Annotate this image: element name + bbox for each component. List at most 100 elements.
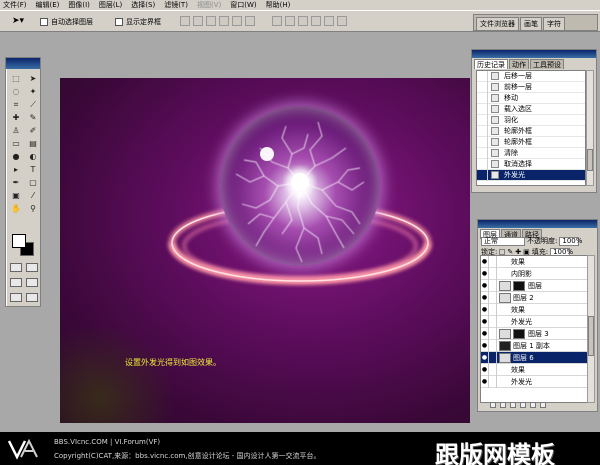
layer-link-icon[interactable] [489,256,497,268]
history-item[interactable]: 轮廓外框 [477,125,585,137]
history-item[interactable]: 载入选区 [477,103,585,115]
visibility-eye-icon[interactable]: ● [481,256,489,268]
full-screen-menu-mode-icon[interactable] [26,278,38,287]
layers-scrollbar[interactable] [587,255,595,403]
magic-wand-tool-icon[interactable]: ✦ [26,86,40,97]
jump-to-imageready-icon[interactable] [26,293,38,302]
history-snapshot-gutter[interactable] [477,114,488,126]
delete-layer-icon[interactable] [540,402,546,408]
visibility-eye-icon[interactable]: ● [481,327,489,340]
align-middle-icon[interactable] [193,16,203,26]
history-item[interactable]: 清除 [477,147,585,159]
history-scroll-thumb[interactable] [587,149,593,171]
tab-brushes[interactable]: 画笔 [520,17,542,30]
history-title-bar[interactable] [472,50,596,58]
tab-character[interactable]: 字符 [543,17,565,30]
layer-style-icon[interactable] [490,402,496,408]
visibility-eye-icon[interactable]: ● [481,375,489,388]
layer-row[interactable]: ● 图层 1 副本 [481,339,588,352]
lasso-tool-icon[interactable]: ◌ [9,86,23,97]
menu-item[interactable]: 视图(V) [197,0,221,10]
menu-item[interactable]: 图层(L) [99,0,122,10]
history-item[interactable]: 移动 [477,92,585,104]
history-snapshot-gutter[interactable] [477,158,488,170]
visibility-eye-icon[interactable]: ● [481,303,489,316]
align-bottom-icon[interactable] [206,16,216,26]
layer-row[interactable]: ● 图层 [481,279,588,292]
layer-thumbnail[interactable] [499,328,511,339]
layer-link-icon[interactable] [489,315,497,328]
layer-link-icon[interactable] [489,339,497,352]
opacity-input[interactable]: 100% [559,236,582,246]
path-select-tool-icon[interactable]: ▸ [9,164,23,175]
layer-link-icon[interactable] [489,267,497,280]
layer-link-icon[interactable] [489,363,497,376]
distribute-top-icon[interactable] [272,16,282,26]
auto-select-box[interactable] [40,18,48,26]
history-snapshot-gutter[interactable] [477,136,488,148]
adjustment-layer-icon[interactable] [520,402,526,408]
layer-thumbnail[interactable] [499,340,511,351]
layer-thumbnail[interactable] [499,292,511,303]
tab-actions[interactable]: 动作 [509,59,529,69]
auto-select-checkbox[interactable]: 自动选择图层 [40,17,93,27]
new-set-icon[interactable] [510,402,516,408]
tab-tool-presets[interactable]: 工具预设 [530,59,564,69]
crop-tool-icon[interactable]: ⌗ [9,99,23,110]
layer-mask-thumbnail[interactable] [513,328,525,339]
layer-link-icon[interactable] [489,375,497,388]
menu-item[interactable]: 图像(I) [68,0,90,10]
brush-tool-icon[interactable]: ✎ [26,112,40,123]
blend-mode-select[interactable]: 正常 [481,236,525,246]
layer-effect-row[interactable]: ● 内阴影 [481,267,588,280]
history-item[interactable]: 轮廓外框 [477,136,585,148]
standard-screen-mode-icon[interactable] [10,278,22,287]
shape-tool-icon[interactable]: ▢ [26,177,40,188]
visibility-eye-icon[interactable]: ● [481,279,489,292]
visibility-eye-icon[interactable]: ● [481,363,489,376]
quick-mask-mode-icon[interactable] [26,263,38,272]
align-left-icon[interactable] [219,16,229,26]
history-snapshot-gutter[interactable] [477,92,488,104]
layers-scroll-thumb[interactable] [588,316,594,356]
slice-tool-icon[interactable]: ⟋ [26,99,40,110]
layer-link-icon[interactable] [489,351,497,364]
show-bounds-checkbox[interactable]: 显示定界框 [115,17,161,27]
zoom-tool-icon[interactable]: ⚲ [26,203,40,214]
foreground-color-swatch[interactable] [12,234,26,248]
history-item[interactable]: 取消选择 [477,158,585,170]
layer-link-icon[interactable] [489,279,497,292]
history-item[interactable]: 前移一层 [477,81,585,93]
distribute-right-icon[interactable] [337,16,347,26]
layer-effect-row[interactable]: ● 效果 [481,256,588,268]
dodge-tool-icon[interactable]: ◐ [26,151,40,162]
layers-title-bar[interactable] [478,220,597,228]
align-right-icon[interactable] [245,16,255,26]
layer-effect-row[interactable]: ● 外发光 [481,315,588,328]
menu-item[interactable]: 编辑(E) [36,0,60,10]
gradient-tool-icon[interactable]: ▤ [26,138,40,149]
distribute-center-icon[interactable] [324,16,334,26]
history-snapshot-gutter[interactable] [477,70,488,82]
menu-item[interactable]: 滤镜(T) [164,0,188,10]
clone-stamp-tool-icon[interactable]: ♙ [9,125,23,136]
distribute-bottom-icon[interactable] [298,16,308,26]
layer-thumbnail[interactable] [499,352,511,363]
add-mask-icon[interactable] [500,402,506,408]
visibility-eye-icon[interactable]: ● [481,351,489,364]
menu-item[interactable]: 文件(F) [3,0,27,10]
visibility-eye-icon[interactable]: ● [481,315,489,328]
align-center-icon[interactable] [232,16,242,26]
menu-item[interactable]: 帮助(H) [266,0,291,10]
type-tool-icon[interactable]: T [26,164,40,175]
history-snapshot-gutter[interactable] [477,169,488,181]
layer-row[interactable]: ● 图层 6 [481,351,588,364]
history-item[interactable]: 羽化 [477,114,585,126]
layer-row[interactable]: ● 图层 3 [481,327,588,340]
show-bounds-box[interactable] [115,18,123,26]
new-layer-icon[interactable] [530,402,536,408]
tab-file-browser[interactable]: 文件浏览器 [476,17,519,30]
menu-item[interactable]: 选择(S) [131,0,155,10]
history-scrollbar[interactable] [586,70,594,186]
history-snapshot-gutter[interactable] [477,103,488,115]
